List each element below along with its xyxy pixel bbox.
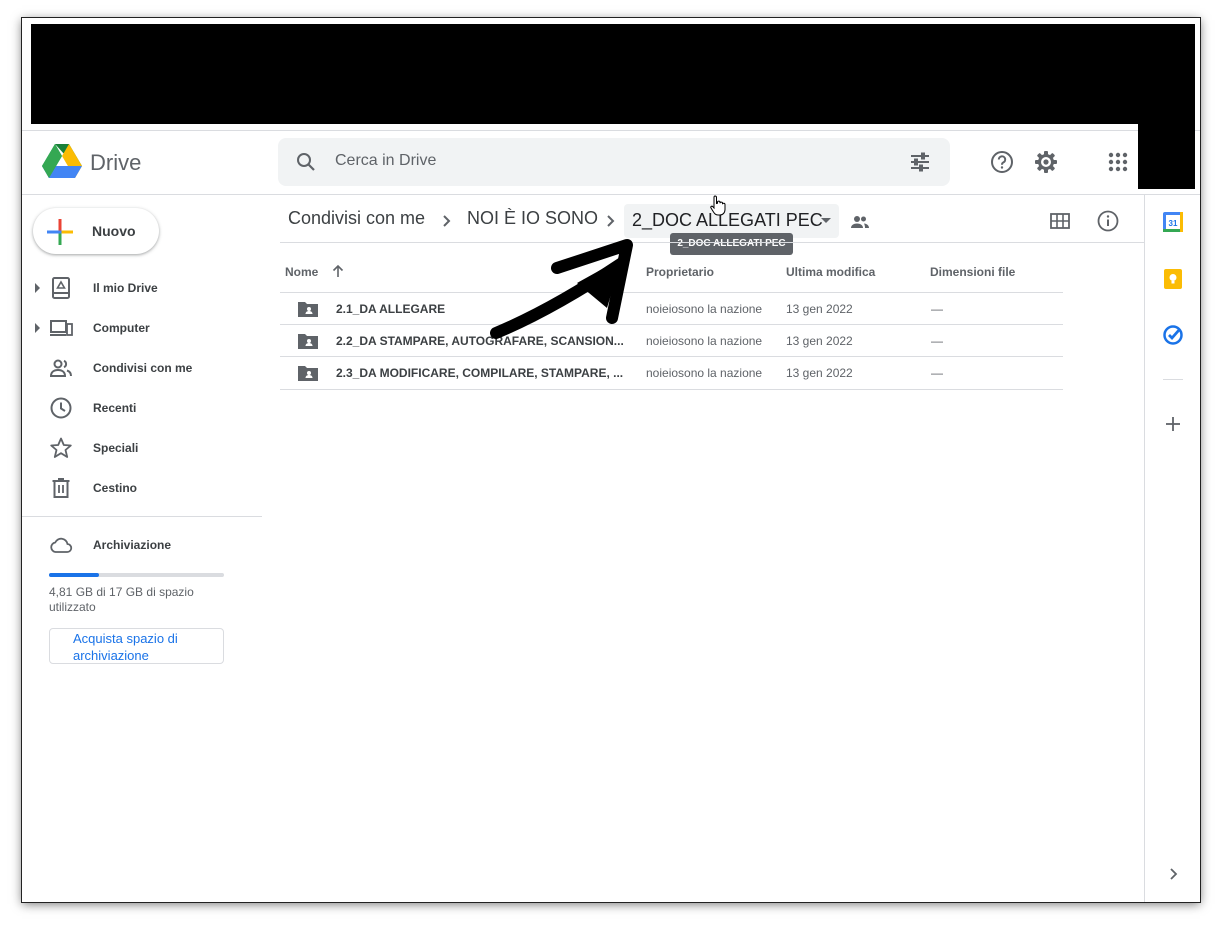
shared-folder-icon (298, 302, 318, 317)
sidebar-item-recent[interactable]: Recenti (22, 388, 262, 428)
sort-ascending-icon[interactable] (331, 263, 345, 279)
sidebar-item-shared[interactable]: Condivisi con me (22, 348, 262, 388)
sidebar-item-label: Il mio Drive (93, 281, 158, 295)
people-icon (49, 359, 72, 377)
sidebar-item-label: Cestino (93, 481, 138, 495)
computer-icon (50, 320, 73, 336)
storage-usage-text: 4,81 GB di 17 GB di spazio utilizzato (49, 585, 194, 614)
plus-icon (47, 219, 73, 245)
app-header: Drive Cerca in Drive (22, 131, 1200, 195)
file-owner: noieiosono la nazione (646, 366, 763, 380)
table-row[interactable]: 2.3_DA MODIFICARE, COMPILARE, STAMPARE, … (280, 356, 1063, 390)
star-icon (50, 437, 72, 458)
settings-icon[interactable] (1033, 149, 1059, 175)
chevron-right-icon (443, 215, 451, 227)
tasks-icon[interactable] (1162, 324, 1184, 346)
trash-icon (52, 478, 70, 498)
shared-folder-icon (298, 334, 318, 349)
expand-arrow-icon[interactable] (35, 283, 40, 293)
drive-logo-icon[interactable] (42, 144, 82, 180)
file-size: — (931, 334, 943, 348)
sidebar-item-label: Speciali (93, 441, 139, 455)
chevron-down-icon[interactable] (821, 218, 831, 223)
file-size: — (931, 366, 943, 380)
storage-label: Archiviazione (93, 538, 172, 552)
breadcrumb-item-shared[interactable]: Condivisi con me (288, 208, 425, 229)
redacted-area (1138, 124, 1195, 189)
search-bar[interactable]: Cerca in Drive (278, 138, 950, 186)
sidebar-item-computer[interactable]: Computer (22, 308, 262, 348)
calendar-icon[interactable]: 31 (1162, 211, 1184, 233)
storage-progress-bar (49, 573, 224, 577)
new-button-label: Nuovo (92, 223, 136, 239)
info-icon[interactable] (1096, 209, 1120, 233)
browser-window: Drive Cerca in Drive Nuovo Il mio Drive … (22, 18, 1200, 902)
calendar-day: 31 (1169, 219, 1178, 228)
shared-folder-icon (851, 216, 869, 228)
buy-storage-button[interactable]: Acquista spazio di archiviazione (49, 628, 224, 664)
grid-view-icon[interactable] (1048, 209, 1072, 233)
column-header-modified[interactable]: Ultima modifica (786, 265, 875, 279)
sidebar-item-label: Condivisi con me (93, 361, 193, 375)
search-options-icon[interactable] (908, 150, 932, 174)
cloud-icon (50, 537, 73, 553)
file-size: — (931, 302, 943, 316)
clock-icon (50, 397, 72, 419)
buy-storage-label: Acquista spazio di archiviazione (73, 631, 178, 663)
hand-cursor-icon (710, 195, 726, 216)
new-button[interactable]: Nuovo (33, 208, 159, 254)
sidebar-divider (22, 516, 262, 517)
file-modified: 13 gen 2022 (786, 366, 853, 380)
sidebar-item-starred[interactable]: Speciali (22, 428, 262, 468)
side-panel-divider (1144, 194, 1145, 902)
redacted-area (31, 24, 1195, 124)
search-input[interactable]: Cerca in Drive (335, 152, 436, 170)
apps-grid-icon[interactable] (1105, 149, 1131, 175)
file-name[interactable]: 2.3_DA MODIFICARE, COMPILARE, STAMPARE, … (336, 366, 626, 380)
side-panel-divider (1163, 379, 1183, 380)
breadcrumb-tooltip: 2_DOC ALLEGATI PEC (670, 233, 793, 255)
my-drive-icon (52, 277, 70, 299)
sidebar-item-storage[interactable]: Archiviazione (22, 525, 262, 565)
shared-folder-icon (298, 366, 318, 381)
help-icon[interactable] (989, 149, 1015, 175)
column-header-name[interactable]: Nome (285, 265, 318, 279)
column-header-size[interactable]: Dimensioni file (930, 265, 1015, 279)
add-addon-icon[interactable] (1162, 413, 1184, 435)
storage-progress-fill (49, 573, 99, 577)
sidebar-item-label: Recenti (93, 401, 137, 415)
toolbar-divider (280, 242, 1144, 243)
sidebar-item-trash[interactable]: Cestino (22, 468, 262, 508)
file-modified: 13 gen 2022 (786, 334, 853, 348)
chevron-right-icon[interactable] (1162, 863, 1184, 885)
sidebar-item-label: Computer (93, 321, 150, 335)
sidebar-item-my-drive[interactable]: Il mio Drive (22, 268, 262, 308)
brand-name: Drive (90, 150, 142, 175)
keep-icon[interactable] (1162, 268, 1184, 290)
file-modified: 13 gen 2022 (786, 302, 853, 316)
search-icon[interactable] (294, 150, 318, 174)
expand-arrow-icon[interactable] (35, 323, 40, 333)
annotation-arrow (490, 239, 633, 339)
